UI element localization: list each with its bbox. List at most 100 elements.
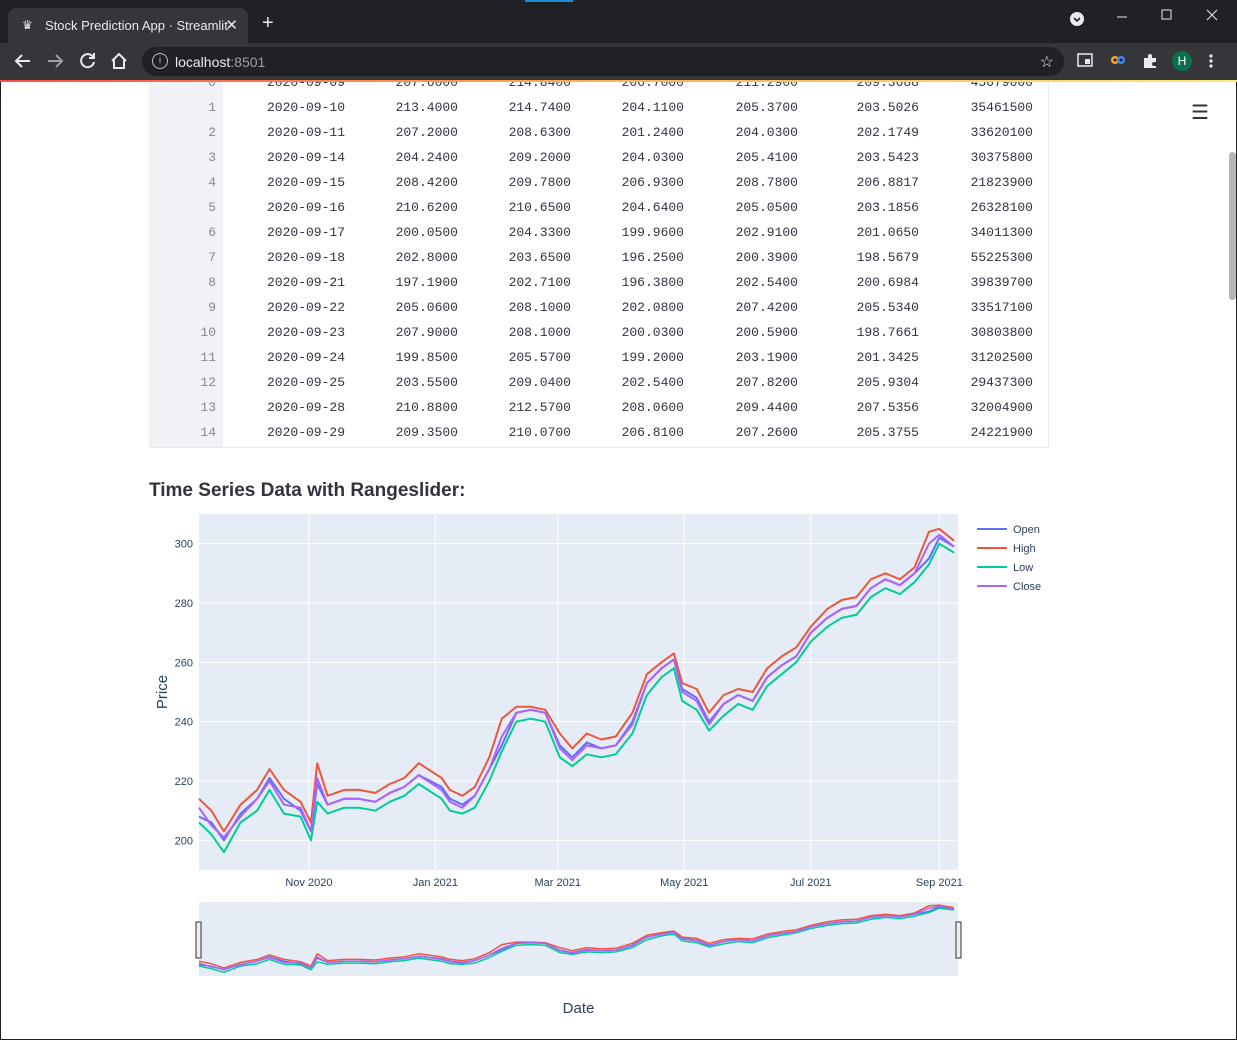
table-cell: 200.6984 (856, 275, 919, 290)
table-cell: 208.1000 (508, 300, 571, 315)
table-cell: 29437300 (970, 375, 1033, 390)
tab-search-icon[interactable] (1070, 12, 1084, 29)
table-cell: 199.9600 (621, 225, 684, 240)
table-cell: 35461500 (970, 100, 1033, 115)
row-index-cell: 5 (208, 200, 216, 215)
reading-mode-icon[interactable] (1077, 53, 1093, 70)
legend-label: High (1013, 543, 1036, 555)
table-row[interactable]: 4 2020-09-15 208.4200 209.7800 206.9300 208.7… (149, 170, 1048, 195)
table-cell: 26328100 (970, 200, 1033, 215)
hamburger-menu-icon[interactable]: ☰ (1191, 100, 1209, 125)
table-row[interactable]: 13 2020-09-28 210.8800 212.5700 208.0600 209.… (149, 395, 1048, 420)
browser-tab[interactable]: ♛ Stock Prediction App · Streamlit ✕ (8, 8, 248, 43)
rangeslider-handle-right (955, 921, 962, 959)
url-text[interactable]: localhost:8501 (175, 54, 265, 70)
table-cell: 199.8500 (395, 350, 458, 365)
table-cell: 209.3500 (395, 425, 458, 440)
table-row[interactable]: 5 2020-09-16 210.6200 210.6500 204.6400 205.0… (149, 195, 1048, 220)
row-index-cell: 7 (208, 250, 216, 265)
home-icon[interactable] (110, 52, 128, 73)
table-cell: 201.3425 (856, 350, 919, 365)
y-tick-label: 280 (175, 598, 193, 610)
row-index-cell: 11 (200, 350, 216, 365)
table-row[interactable]: 2 2020-09-11 207.2000 208.6300 201.2400 204.0… (149, 120, 1048, 145)
table-row[interactable]: 14 2020-09-29 209.3500 210.0700 206.8100 207.… (149, 420, 1048, 445)
table-cell: 203.5423 (856, 150, 919, 165)
table-cell: 203.1900 (735, 350, 798, 365)
table-cell: 2020-09-29 (266, 425, 345, 440)
star-icon[interactable]: ☆ (1040, 52, 1054, 72)
page-scrollbar[interactable] (1229, 152, 1236, 300)
table-row[interactable]: 10 2020-09-23 207.9000 208.1000 200.0300 200.… (149, 320, 1048, 345)
dataframe-table[interactable]: 0 2020-09-09 207.6000 214.8400 206.7000 211.2… (149, 82, 1049, 448)
table-cell: 201.2400 (621, 125, 684, 140)
table-cell: 205.5700 (508, 350, 571, 365)
streamlit-crown-icon: ♛ (22, 18, 33, 32)
table-row[interactable]: 7 2020-09-18 202.8000 203.6500 196.2500 200.3… (149, 245, 1048, 270)
row-index-cell: 0 (208, 82, 216, 90)
y-tick-label: 260 (175, 657, 193, 669)
table-cell: 2020-09-18 (266, 250, 345, 265)
puzzle-icon[interactable] (1142, 53, 1158, 72)
menu-icon[interactable] (1208, 53, 1214, 72)
table-cell: 207.6000 (395, 82, 458, 90)
table-cell: 202.8000 (395, 250, 458, 265)
table-row[interactable]: 1 2020-09-10 213.4000 214.7400 204.1100 205.3… (149, 95, 1048, 120)
table-cell: 2020-09-14 (266, 150, 345, 165)
y-tick-label: 220 (175, 776, 193, 788)
table-cell: 207.2600 (735, 425, 798, 440)
extension-icon[interactable] (1110, 53, 1126, 70)
row-index-cell: 4 (208, 175, 216, 190)
minimize-icon[interactable] (1116, 8, 1128, 25)
table-cell: 202.5400 (621, 375, 684, 390)
table-cell: 202.0800 (621, 300, 684, 315)
table-cell: 205.3700 (735, 100, 798, 115)
address-bar[interactable]: i localhost:8501 ☆ (142, 47, 1064, 76)
table-cell: 197.1900 (395, 275, 458, 290)
table-cell: 31202500 (970, 350, 1033, 365)
row-index-cell: 14 (200, 425, 216, 440)
table-cell: 205.9304 (856, 375, 919, 390)
table-row[interactable]: 12 2020-09-25 203.5500 209.0400 202.5400 207.… (149, 370, 1048, 395)
table-cell: 205.3755 (856, 425, 919, 440)
table-cell: 208.7800 (735, 175, 798, 190)
table-row[interactable]: 11 2020-09-24 199.8500 205.5700 199.2000 203.… (149, 345, 1048, 370)
avatar[interactable]: H (1172, 51, 1192, 71)
forward-icon[interactable] (46, 52, 64, 73)
table-row[interactable]: 0 2020-09-09 207.6000 214.8400 206.7000 211.2… (149, 82, 1048, 95)
table-cell: 213.4000 (395, 100, 458, 115)
url-host: localhost (175, 54, 231, 70)
reload-icon[interactable] (79, 52, 97, 73)
x-tick-label: May 2021 (660, 877, 708, 889)
table-cell: 202.7100 (508, 275, 571, 290)
row-index-cell: 3 (208, 150, 216, 165)
back-icon[interactable] (14, 52, 32, 73)
x-tick-label: Nov 2020 (285, 877, 332, 889)
table-cell: 196.3800 (621, 275, 684, 290)
table-cell: 55225300 (970, 250, 1033, 265)
window-close-icon[interactable] (1206, 8, 1218, 25)
rangeslider-handle-left (195, 921, 202, 959)
table-row[interactable]: 6 2020-09-17 200.0500 204.3300 199.9600 202.9… (149, 220, 1048, 245)
table-cell: 196.2500 (621, 250, 684, 265)
x-axis-label: Date (563, 1000, 595, 1017)
maximize-icon[interactable] (1161, 8, 1173, 25)
table-cell: 208.1000 (508, 325, 571, 340)
x-tick-label: Jan 2021 (413, 877, 458, 889)
table-cell: 203.1856 (856, 200, 919, 215)
table-cell: 33620100 (970, 125, 1033, 140)
info-icon[interactable]: i (152, 53, 168, 69)
table-row[interactable]: 9 2020-09-22 205.0600 208.1000 202.0800 207.4… (149, 295, 1048, 320)
y-tick-label: 200 (175, 835, 193, 847)
row-index-cell: 2 (208, 125, 216, 140)
tab-close-icon[interactable]: ✕ (225, 16, 238, 34)
table-row[interactable]: 8 2020-09-21 197.1900 202.7100 196.3800 202.5… (149, 270, 1048, 295)
time-series-chart[interactable]: Nov 2020 Jan 2021 Mar 2021 May 2021 Jul 2021… (141, 508, 1081, 1028)
row-index-cell: 9 (208, 300, 216, 315)
browser-toolbar: i localhost:8501 ☆ (0, 43, 1237, 80)
new-tab-button[interactable]: + (262, 13, 274, 33)
table-row[interactable]: 3 2020-09-14 204.2400 209.2000 204.0300 205.4… (149, 145, 1048, 170)
table-cell: 207.9000 (395, 325, 458, 340)
table-cell: 45679000 (970, 82, 1033, 90)
table-cell: 39839700 (970, 275, 1033, 290)
